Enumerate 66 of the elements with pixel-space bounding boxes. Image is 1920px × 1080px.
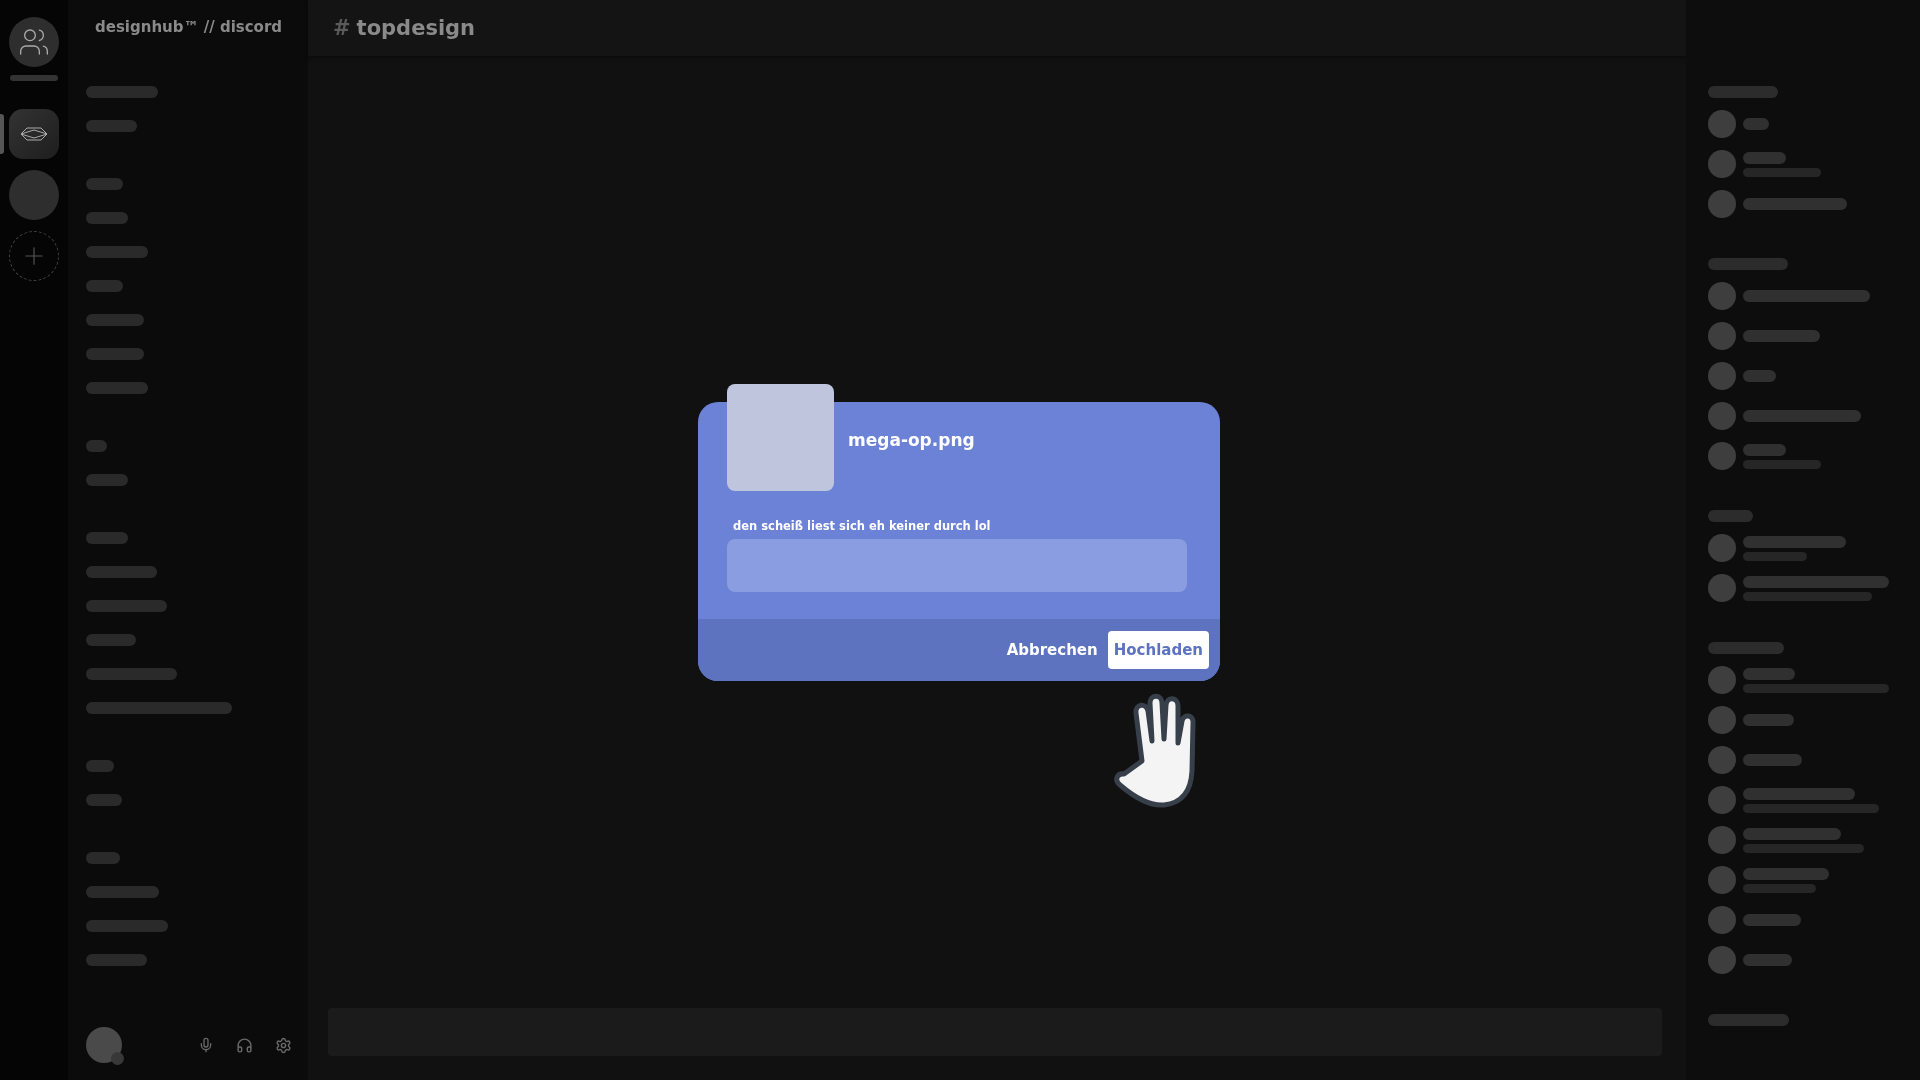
member-avatar bbox=[1708, 666, 1736, 694]
member-placeholder bbox=[1743, 443, 1786, 456]
member-avatar bbox=[1708, 866, 1736, 894]
section-placeholder bbox=[1708, 510, 1753, 522]
channel-title: topdesign bbox=[356, 16, 476, 40]
channel-placeholder bbox=[86, 440, 107, 452]
member-avatar bbox=[1708, 574, 1736, 602]
member-avatar bbox=[1708, 150, 1736, 178]
channel-placeholder bbox=[86, 532, 128, 544]
member-placeholder bbox=[1743, 370, 1776, 382]
microphone-icon[interactable] bbox=[198, 1037, 214, 1053]
diamond-logo-icon bbox=[19, 126, 49, 142]
member-placeholder bbox=[1743, 714, 1794, 726]
member-avatar bbox=[1708, 906, 1736, 934]
member-placeholder bbox=[1743, 118, 1769, 130]
member-placeholder bbox=[1743, 914, 1801, 926]
channel-placeholder bbox=[86, 120, 137, 132]
status-dot bbox=[111, 1052, 124, 1065]
channel-placeholder bbox=[86, 280, 123, 292]
channel-placeholder bbox=[86, 634, 136, 646]
member-placeholder bbox=[1743, 954, 1792, 966]
separator-bar bbox=[10, 75, 58, 81]
headphones-icon[interactable] bbox=[236, 1036, 253, 1054]
channel-placeholder bbox=[86, 348, 144, 360]
member-avatar bbox=[1708, 534, 1736, 562]
member-avatar bbox=[1708, 826, 1736, 854]
member-avatar bbox=[1708, 706, 1736, 734]
member-avatar bbox=[1708, 786, 1736, 814]
server-icon[interactable] bbox=[9, 109, 59, 159]
channel-placeholder bbox=[86, 246, 148, 258]
cancel-button[interactable]: Abbrechen bbox=[1000, 630, 1104, 669]
member-placeholder bbox=[1743, 551, 1807, 561]
channel-placeholder bbox=[86, 760, 114, 772]
member-avatar bbox=[1708, 190, 1736, 218]
member-avatar bbox=[1708, 946, 1736, 974]
channel-placeholder bbox=[86, 178, 123, 190]
channel-placeholder bbox=[86, 314, 144, 326]
users-icon bbox=[18, 26, 50, 58]
member-avatar bbox=[1708, 282, 1736, 310]
server-name: designhub™ // discord bbox=[94, 17, 284, 38]
member-avatar bbox=[1708, 110, 1736, 138]
member-avatar bbox=[1708, 322, 1736, 350]
member-avatar bbox=[1708, 362, 1736, 390]
channel-placeholder bbox=[86, 852, 120, 864]
comment-input-field[interactable] bbox=[727, 538, 1187, 592]
channel-placeholder bbox=[86, 86, 158, 98]
member-avatar bbox=[1708, 402, 1736, 430]
hash-sign: # bbox=[333, 16, 351, 40]
member-avatar bbox=[1708, 442, 1736, 470]
member-placeholder bbox=[1743, 151, 1786, 164]
member-placeholder bbox=[1743, 754, 1802, 766]
channel-placeholder bbox=[86, 382, 148, 394]
upload-button[interactable]: Hochladen bbox=[1107, 630, 1209, 669]
user-avatar[interactable] bbox=[86, 1027, 122, 1063]
channel-placeholder bbox=[86, 794, 122, 806]
channel-placeholder bbox=[86, 954, 147, 966]
member-placeholder bbox=[1743, 667, 1795, 680]
channel-placeholder bbox=[86, 474, 128, 486]
section-placeholder bbox=[1708, 86, 1778, 98]
settings-icon[interactable] bbox=[275, 1036, 292, 1054]
file-name: mega-op.png bbox=[848, 430, 975, 450]
member-avatar bbox=[1708, 746, 1736, 774]
comment-label: den scheiß liest sich eh keiner durch lol bbox=[733, 518, 992, 533]
home-button[interactable] bbox=[9, 17, 59, 67]
channel-placeholder bbox=[86, 566, 157, 578]
channel-placeholder bbox=[86, 212, 128, 224]
